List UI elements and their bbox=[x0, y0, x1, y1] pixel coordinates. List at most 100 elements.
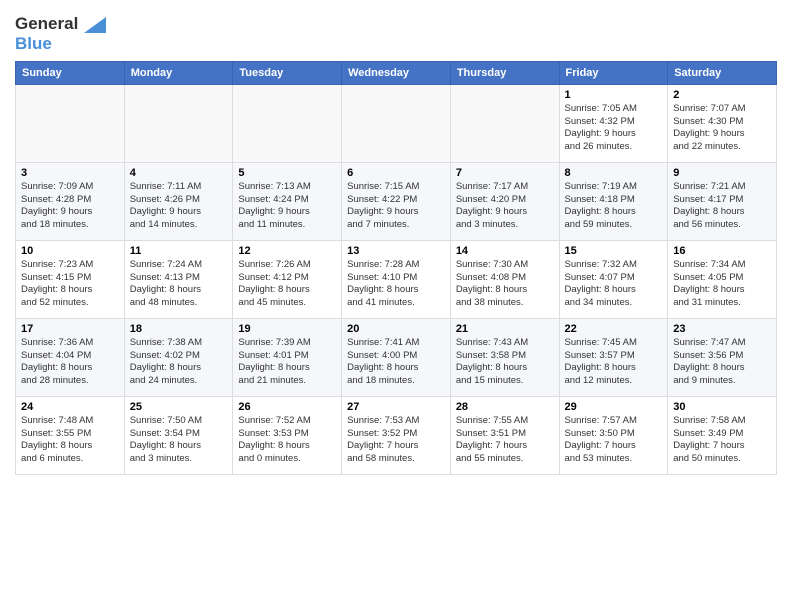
day-info: Sunrise: 7:30 AM Sunset: 4:08 PM Dayligh… bbox=[456, 259, 554, 310]
day-cell: 25 Sunrise: 7:50 AM Sunset: 3:54 PM Dayli… bbox=[124, 396, 233, 474]
day-info: Sunrise: 7:32 AM Sunset: 4:07 PM Dayligh… bbox=[565, 259, 663, 310]
day-info: Sunrise: 7:50 AM Sunset: 3:54 PM Dayligh… bbox=[130, 415, 228, 466]
day-cell bbox=[450, 84, 559, 162]
day-header-thursday: Thursday bbox=[450, 61, 559, 84]
day-number: 8 bbox=[565, 167, 663, 179]
day-number: 22 bbox=[565, 323, 663, 335]
day-info: Sunrise: 7:23 AM Sunset: 4:15 PM Dayligh… bbox=[21, 259, 119, 310]
day-info: Sunrise: 7:48 AM Sunset: 3:55 PM Dayligh… bbox=[21, 415, 119, 466]
day-number: 2 bbox=[673, 89, 771, 101]
day-info: Sunrise: 7:38 AM Sunset: 4:02 PM Dayligh… bbox=[130, 337, 228, 388]
day-cell: 3Sunrise: 7:09 AM Sunset: 4:28 PM Daylig… bbox=[16, 162, 125, 240]
day-number: 26 bbox=[238, 401, 336, 413]
day-cell: 15 Sunrise: 7:32 AM Sunset: 4:07 PM Dayli… bbox=[559, 240, 668, 318]
day-number: 28 bbox=[456, 401, 554, 413]
day-info: Sunrise: 7:07 AM Sunset: 4:30 PM Dayligh… bbox=[673, 103, 771, 154]
day-number: 20 bbox=[347, 323, 445, 335]
day-cell: 6 Sunrise: 7:15 AM Sunset: 4:22 PM Daylig… bbox=[342, 162, 451, 240]
day-number: 1 bbox=[565, 89, 663, 101]
day-number: 9 bbox=[673, 167, 771, 179]
day-number: 4 bbox=[130, 167, 228, 179]
week-row-5: 24Sunrise: 7:48 AM Sunset: 3:55 PM Dayli… bbox=[16, 396, 777, 474]
day-header-wednesday: Wednesday bbox=[342, 61, 451, 84]
day-info: Sunrise: 7:43 AM Sunset: 3:58 PM Dayligh… bbox=[456, 337, 554, 388]
day-header-friday: Friday bbox=[559, 61, 668, 84]
day-cell: 19 Sunrise: 7:39 AM Sunset: 4:01 PM Dayli… bbox=[233, 318, 342, 396]
day-number: 10 bbox=[21, 245, 119, 257]
calendar-header-row: SundayMondayTuesdayWednesdayThursdayFrid… bbox=[16, 61, 777, 84]
day-number: 13 bbox=[347, 245, 445, 257]
day-info: Sunrise: 7:34 AM Sunset: 4:05 PM Dayligh… bbox=[673, 259, 771, 310]
day-number: 5 bbox=[238, 167, 336, 179]
calendar-table: SundayMondayTuesdayWednesdayThursdayFrid… bbox=[15, 61, 777, 475]
logo-text: General Blue bbox=[15, 14, 106, 55]
day-cell: 30Sunrise: 7:58 AM Sunset: 3:49 PM Dayli… bbox=[668, 396, 777, 474]
day-number: 25 bbox=[130, 401, 228, 413]
day-info: Sunrise: 7:24 AM Sunset: 4:13 PM Dayligh… bbox=[130, 259, 228, 310]
day-number: 17 bbox=[21, 323, 119, 335]
day-cell: 1 Sunrise: 7:05 AM Sunset: 4:32 PM Daylig… bbox=[559, 84, 668, 162]
week-row-3: 10 Sunrise: 7:23 AM Sunset: 4:15 PM Dayli… bbox=[16, 240, 777, 318]
day-cell: 27 Sunrise: 7:53 AM Sunset: 3:52 PM Dayli… bbox=[342, 396, 451, 474]
logo: General Blue bbox=[15, 14, 106, 55]
day-header-sunday: Sunday bbox=[16, 61, 125, 84]
day-cell: 22 Sunrise: 7:45 AM Sunset: 3:57 PM Dayli… bbox=[559, 318, 668, 396]
day-info: Sunrise: 7:39 AM Sunset: 4:01 PM Dayligh… bbox=[238, 337, 336, 388]
logo-arrow-icon bbox=[84, 17, 106, 33]
day-info: Sunrise: 7:45 AM Sunset: 3:57 PM Dayligh… bbox=[565, 337, 663, 388]
day-number: 16 bbox=[673, 245, 771, 257]
day-info: Sunrise: 7:26 AM Sunset: 4:12 PM Dayligh… bbox=[238, 259, 336, 310]
day-info: Sunrise: 7:05 AM Sunset: 4:32 PM Dayligh… bbox=[565, 103, 663, 154]
day-info: Sunrise: 7:53 AM Sunset: 3:52 PM Dayligh… bbox=[347, 415, 445, 466]
day-info: Sunrise: 7:11 AM Sunset: 4:26 PM Dayligh… bbox=[130, 181, 228, 232]
day-info: Sunrise: 7:13 AM Sunset: 4:24 PM Dayligh… bbox=[238, 181, 336, 232]
day-number: 27 bbox=[347, 401, 445, 413]
day-number: 11 bbox=[130, 245, 228, 257]
day-cell: 8Sunrise: 7:19 AM Sunset: 4:18 PM Daylig… bbox=[559, 162, 668, 240]
day-info: Sunrise: 7:21 AM Sunset: 4:17 PM Dayligh… bbox=[673, 181, 771, 232]
day-cell: 23Sunrise: 7:47 AM Sunset: 3:56 PM Dayli… bbox=[668, 318, 777, 396]
day-header-saturday: Saturday bbox=[668, 61, 777, 84]
day-cell: 28Sunrise: 7:55 AM Sunset: 3:51 PM Dayli… bbox=[450, 396, 559, 474]
week-row-4: 17 Sunrise: 7:36 AM Sunset: 4:04 PM Dayli… bbox=[16, 318, 777, 396]
day-cell: 16 Sunrise: 7:34 AM Sunset: 4:05 PM Dayli… bbox=[668, 240, 777, 318]
day-cell: 17 Sunrise: 7:36 AM Sunset: 4:04 PM Dayli… bbox=[16, 318, 125, 396]
day-cell: 7Sunrise: 7:17 AM Sunset: 4:20 PM Daylig… bbox=[450, 162, 559, 240]
day-cell bbox=[233, 84, 342, 162]
day-cell: 13 Sunrise: 7:28 AM Sunset: 4:10 PM Dayli… bbox=[342, 240, 451, 318]
day-number: 6 bbox=[347, 167, 445, 179]
day-number: 29 bbox=[565, 401, 663, 413]
day-info: Sunrise: 7:09 AM Sunset: 4:28 PM Dayligh… bbox=[21, 181, 119, 232]
day-number: 12 bbox=[238, 245, 336, 257]
day-cell: 20 Sunrise: 7:41 AM Sunset: 4:00 PM Dayli… bbox=[342, 318, 451, 396]
day-cell: 24Sunrise: 7:48 AM Sunset: 3:55 PM Dayli… bbox=[16, 396, 125, 474]
day-number: 14 bbox=[456, 245, 554, 257]
day-cell bbox=[342, 84, 451, 162]
day-number: 21 bbox=[456, 323, 554, 335]
day-number: 23 bbox=[673, 323, 771, 335]
day-cell: 26Sunrise: 7:52 AM Sunset: 3:53 PM Dayli… bbox=[233, 396, 342, 474]
day-info: Sunrise: 7:15 AM Sunset: 4:22 PM Dayligh… bbox=[347, 181, 445, 232]
day-cell: 14 Sunrise: 7:30 AM Sunset: 4:08 PM Dayli… bbox=[450, 240, 559, 318]
day-cell: 18Sunrise: 7:38 AM Sunset: 4:02 PM Dayli… bbox=[124, 318, 233, 396]
day-info: Sunrise: 7:36 AM Sunset: 4:04 PM Dayligh… bbox=[21, 337, 119, 388]
day-number: 19 bbox=[238, 323, 336, 335]
day-number: 7 bbox=[456, 167, 554, 179]
day-cell: 11 Sunrise: 7:24 AM Sunset: 4:13 PM Dayli… bbox=[124, 240, 233, 318]
week-row-2: 3Sunrise: 7:09 AM Sunset: 4:28 PM Daylig… bbox=[16, 162, 777, 240]
page-container: General Blue SundayMondayTuesdayWednesda… bbox=[0, 0, 792, 480]
day-info: Sunrise: 7:58 AM Sunset: 3:49 PM Dayligh… bbox=[673, 415, 771, 466]
day-info: Sunrise: 7:28 AM Sunset: 4:10 PM Dayligh… bbox=[347, 259, 445, 310]
header: General Blue bbox=[15, 10, 777, 55]
calendar-body: 1 Sunrise: 7:05 AM Sunset: 4:32 PM Daylig… bbox=[16, 84, 777, 474]
day-cell bbox=[16, 84, 125, 162]
day-cell: 9 Sunrise: 7:21 AM Sunset: 4:17 PM Daylig… bbox=[668, 162, 777, 240]
day-header-monday: Monday bbox=[124, 61, 233, 84]
day-cell: 10 Sunrise: 7:23 AM Sunset: 4:15 PM Dayli… bbox=[16, 240, 125, 318]
day-number: 15 bbox=[565, 245, 663, 257]
week-row-1: 1 Sunrise: 7:05 AM Sunset: 4:32 PM Daylig… bbox=[16, 84, 777, 162]
day-cell: 2 Sunrise: 7:07 AM Sunset: 4:30 PM Daylig… bbox=[668, 84, 777, 162]
day-info: Sunrise: 7:41 AM Sunset: 4:00 PM Dayligh… bbox=[347, 337, 445, 388]
day-cell bbox=[124, 84, 233, 162]
day-cell: 21 Sunrise: 7:43 AM Sunset: 3:58 PM Dayli… bbox=[450, 318, 559, 396]
